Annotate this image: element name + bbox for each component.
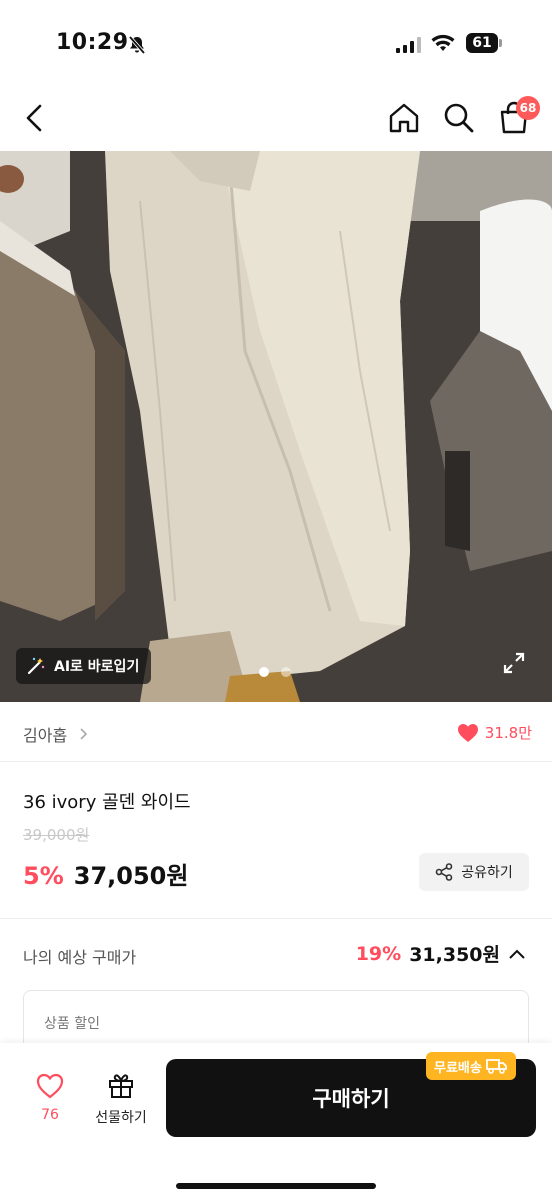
section-divider — [0, 918, 552, 919]
share-button[interactable]: 공유하기 — [419, 853, 529, 891]
home-icon[interactable] — [386, 100, 422, 136]
estimated-price: 31,350원 — [409, 944, 500, 966]
wishlist-button[interactable]: 76 — [30, 1073, 70, 1129]
free-shipping-badge: 무료배송 — [426, 1052, 516, 1080]
price-row: 5% 37,050원 — [23, 856, 188, 891]
ai-try-on-button[interactable]: AI로 바로입기 — [16, 648, 152, 684]
share-icon — [435, 863, 453, 881]
wishlist-count: 76 — [41, 1107, 59, 1123]
estimated-price-label: 나의 예상 구매가 — [23, 948, 137, 967]
brand-like-count: 31.8만 — [484, 724, 532, 742]
estimated-discount: 19% — [355, 942, 402, 965]
battery-icon: 61 — [466, 33, 502, 53]
cart-count-badge: 68 — [516, 96, 540, 120]
estimated-price-group: 19% 31,350원 — [356, 940, 526, 967]
discount-rate: 5% — [23, 862, 64, 890]
nav-bar: 68 — [0, 88, 552, 148]
brand-row: 김아홉 31.8만 — [0, 704, 552, 762]
signal-icon — [396, 37, 421, 53]
sale-price: 37,050원 — [73, 862, 189, 890]
ai-try-on-label: AI로 바로입기 — [54, 659, 140, 675]
product-image[interactable]: AI로 바로입기 — [0, 151, 552, 702]
brand-name[interactable]: 김아홉 — [23, 722, 67, 746]
pagination-dot-active[interactable] — [259, 667, 269, 677]
pagination-dot[interactable] — [281, 667, 291, 677]
heart-outline-icon — [36, 1073, 64, 1099]
chevron-up-icon[interactable] — [508, 948, 526, 960]
status-bar: 10:29 61 — [0, 0, 552, 80]
wifi-icon — [431, 34, 455, 51]
gift-icon — [109, 1074, 133, 1098]
original-price: 39,000원 — [23, 826, 90, 844]
product-photo — [0, 151, 552, 702]
free-shipping-label: 무료배송 — [434, 1060, 482, 1076]
expand-icon[interactable] — [502, 651, 526, 675]
home-indicator — [176, 1183, 376, 1189]
buy-label: 구매하기 — [312, 1087, 390, 1111]
estimated-price-row[interactable]: 나의 예상 구매가 19% 31,350원 — [0, 940, 552, 970]
bell-off-icon — [128, 35, 146, 55]
gift-label: 선물하기 — [95, 1110, 147, 1126]
share-label: 공유하기 — [461, 865, 513, 881]
magic-wand-icon — [27, 657, 45, 675]
product-title: 36 ivory 골덴 와이드 — [23, 792, 191, 813]
back-icon[interactable] — [20, 100, 50, 136]
bottom-action-bar: 76 선물하기 구매하기 무료배송 — [0, 1043, 552, 1200]
battery-level: 61 — [466, 33, 498, 53]
product-discount-label: 상품 할인 — [44, 1016, 100, 1032]
brand-like-group[interactable]: 31.8만 — [457, 722, 532, 743]
gallery-pagination — [259, 667, 291, 677]
status-time: 10:29 — [56, 30, 129, 55]
truck-icon — [485, 1059, 507, 1074]
gift-button[interactable]: 선물하기 — [86, 1071, 156, 1129]
heart-filled-icon — [457, 723, 478, 742]
search-icon[interactable] — [441, 100, 477, 136]
chevron-right-icon[interactable] — [80, 728, 88, 740]
